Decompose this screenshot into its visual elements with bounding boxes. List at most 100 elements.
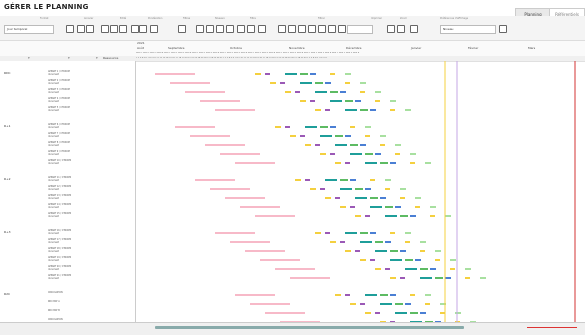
search-icon[interactable] bbox=[258, 25, 266, 33]
filter1-icon[interactable] bbox=[178, 25, 186, 33]
task-bar[interactable] bbox=[290, 277, 330, 279]
filter5-icon[interactable] bbox=[226, 25, 234, 33]
task-bar[interactable] bbox=[455, 312, 461, 314]
task-bar[interactable] bbox=[435, 259, 440, 261]
task-bar[interactable] bbox=[175, 126, 215, 128]
task-bar[interactable] bbox=[375, 100, 380, 102]
task-bar[interactable] bbox=[335, 197, 340, 199]
task-bar[interactable] bbox=[375, 268, 381, 270]
task-bar[interactable] bbox=[385, 206, 393, 208]
task-bar[interactable] bbox=[355, 250, 360, 252]
task-bar[interactable] bbox=[315, 109, 321, 111]
task-bar[interactable] bbox=[260, 259, 300, 261]
task-bar[interactable] bbox=[385, 179, 391, 181]
task-bar[interactable] bbox=[300, 73, 308, 75]
list-item[interactable]: APPART 14 / CTRXOM document bbox=[48, 203, 78, 209]
task-bar[interactable] bbox=[300, 135, 305, 137]
task-bar[interactable] bbox=[345, 294, 350, 296]
task-bar[interactable] bbox=[350, 303, 356, 305]
filter2-icon[interactable] bbox=[196, 25, 204, 33]
task-bar[interactable] bbox=[375, 153, 381, 155]
task-bar[interactable] bbox=[320, 126, 328, 128]
task-bar[interactable] bbox=[360, 303, 365, 305]
task-bar[interactable] bbox=[255, 73, 261, 75]
task-bar[interactable] bbox=[325, 109, 330, 111]
task-bar[interactable] bbox=[305, 144, 311, 146]
list-item[interactable]: RDC BAT A bbox=[48, 300, 78, 304]
task-bar[interactable] bbox=[370, 232, 376, 234]
task-bar[interactable] bbox=[405, 303, 411, 305]
task-bar[interactable] bbox=[190, 135, 230, 137]
section-1[interactable]: R+1 bbox=[4, 124, 11, 128]
task-bar[interactable] bbox=[430, 206, 436, 208]
task-bar[interactable] bbox=[330, 126, 336, 128]
task-bar[interactable] bbox=[370, 179, 375, 181]
task-bar[interactable] bbox=[380, 162, 388, 164]
task-bar[interactable] bbox=[315, 91, 327, 93]
list-item[interactable]: APPART 9 / CTRXOM document bbox=[48, 150, 78, 156]
task-bar[interactable] bbox=[340, 179, 348, 181]
list-item[interactable]: APPART 11 / CTRXOM document bbox=[48, 176, 78, 182]
task-bar[interactable] bbox=[285, 73, 297, 75]
task-bar[interactable] bbox=[345, 232, 357, 234]
task-bar[interactable] bbox=[215, 232, 255, 234]
task-bar[interactable] bbox=[310, 73, 316, 75]
task-bar[interactable] bbox=[325, 82, 331, 84]
task-bar[interactable] bbox=[410, 215, 416, 217]
task-bar[interactable] bbox=[285, 91, 291, 93]
task-bar[interactable] bbox=[415, 206, 420, 208]
list-item[interactable]: APPART 18 / CTRXOM document bbox=[48, 247, 78, 253]
list-item[interactable]: APPART 10 / CTRXOM document bbox=[48, 159, 78, 165]
list-item[interactable]: APPART 6 / CTRXOM document bbox=[48, 123, 78, 129]
task-bar[interactable] bbox=[370, 197, 378, 199]
task-bar[interactable] bbox=[370, 109, 376, 111]
task-bar[interactable] bbox=[400, 197, 405, 199]
task-bar[interactable] bbox=[380, 303, 392, 305]
task-bar[interactable] bbox=[355, 215, 361, 217]
task-bar[interactable] bbox=[395, 312, 407, 314]
list-item[interactable]: APPART 4 / CTRXOM document bbox=[48, 97, 78, 103]
task-bar[interactable] bbox=[390, 250, 398, 252]
redo-icon[interactable] bbox=[86, 25, 94, 33]
task-bar[interactable] bbox=[405, 109, 411, 111]
task-bar[interactable] bbox=[405, 232, 411, 234]
print-icon[interactable] bbox=[397, 25, 405, 33]
task-bar[interactable] bbox=[315, 232, 321, 234]
task-bar[interactable] bbox=[415, 259, 421, 261]
task-bar[interactable] bbox=[360, 259, 366, 261]
task-bar[interactable] bbox=[345, 109, 357, 111]
calendar-icon[interactable] bbox=[387, 25, 395, 33]
task-bar[interactable] bbox=[365, 188, 371, 190]
list-item[interactable]: APPART 19 / CTRXOM document bbox=[48, 256, 78, 262]
task-bar[interactable] bbox=[425, 303, 430, 305]
task-bar[interactable] bbox=[410, 162, 415, 164]
period-select[interactable]: Jour temporel bbox=[4, 25, 54, 34]
task-bar[interactable] bbox=[445, 277, 451, 279]
task-bar[interactable] bbox=[240, 206, 280, 208]
task-bar[interactable] bbox=[195, 179, 235, 181]
task-bar[interactable] bbox=[325, 179, 337, 181]
task-bar[interactable] bbox=[400, 277, 405, 279]
section-4[interactable]: R2C bbox=[4, 292, 10, 296]
task-bar[interactable] bbox=[380, 294, 388, 296]
task-bar[interactable] bbox=[390, 109, 395, 111]
list-item[interactable]: APPART 13 / CTRXOM document bbox=[48, 194, 78, 200]
edit-icon[interactable] bbox=[101, 25, 109, 33]
format-icon[interactable] bbox=[66, 25, 74, 33]
unlink-icon[interactable] bbox=[119, 25, 127, 33]
horizontal-scrollbar[interactable] bbox=[155, 326, 464, 329]
task-bar[interactable] bbox=[405, 259, 413, 261]
task-bar[interactable] bbox=[275, 126, 281, 128]
task-bar[interactable] bbox=[390, 259, 402, 261]
task-bar[interactable] bbox=[245, 250, 285, 252]
undo-icon[interactable] bbox=[77, 25, 85, 33]
hierarchy-icon[interactable] bbox=[150, 25, 158, 33]
task-bar[interactable] bbox=[265, 73, 270, 75]
section-0[interactable]: RDC bbox=[4, 71, 11, 75]
task-bar[interactable] bbox=[330, 73, 335, 75]
task-bar[interactable] bbox=[450, 268, 455, 270]
task-bar[interactable] bbox=[295, 91, 300, 93]
task-bar[interactable] bbox=[235, 294, 275, 296]
list-item[interactable]: APPART 17 / CTRXOM document bbox=[48, 238, 78, 244]
task-bar[interactable] bbox=[355, 197, 367, 199]
